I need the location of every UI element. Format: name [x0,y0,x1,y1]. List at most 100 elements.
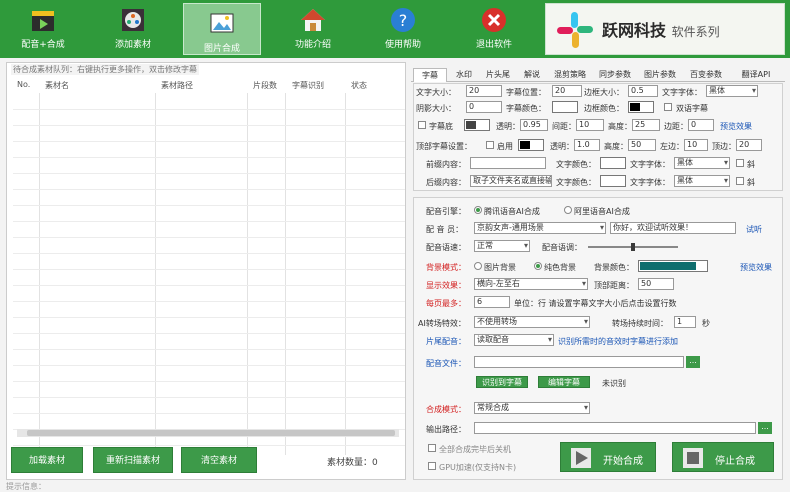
queue-horizontal-scrollbar[interactable] [17,429,399,437]
tab-variation-params[interactable]: 百变参数 [683,68,729,82]
bg-solid-radio[interactable] [534,262,542,270]
text-font-label: 文字字体： [630,160,670,169]
toolbar-exit-button[interactable]: 退出软件 [455,0,533,58]
recognize-subtitle-button[interactable]: 识别到字幕 [476,376,528,388]
subtitle-bg-color-picker[interactable] [464,119,490,131]
font-size-input[interactable]: 20 [466,85,502,97]
alpha-input[interactable]: 0.95 [520,119,548,131]
edit-subtitle-button[interactable]: 编辑字幕 [538,376,590,388]
bg-color-picker[interactable] [638,260,708,272]
top-margin-input[interactable]: 50 [638,278,674,290]
border-size-input[interactable]: 0.5 [628,85,658,97]
margin-input[interactable]: 0 [688,119,714,131]
subtitle-color-picker[interactable] [552,101,578,113]
engine-ali-radio[interactable] [564,206,572,214]
brand-name: 跃网科技 软件系列 [602,21,720,40]
audio-file-browse-button[interactable]: ... [686,356,700,368]
left-offset-input[interactable]: 10 [684,139,708,151]
tab-subtitle[interactable]: 字幕 [413,68,447,82]
output-path-browse-button[interactable]: ... [758,422,772,434]
scrollbar-thumb[interactable] [27,430,395,436]
lines-per-page-input[interactable]: 6 [474,296,510,308]
suffix-input[interactable]: 取子文件夹名或直接输入 [470,175,552,187]
load-material-button[interactable]: 加载素材 [11,447,83,473]
subtitle-position-input[interactable]: 20 [552,85,582,97]
border-color-label: 边框颜色： [584,104,624,113]
clapper-icon [32,11,54,31]
suffix-font-select[interactable]: 黑体 [674,175,730,187]
left-offset-label: 左边： [660,142,684,151]
pitch-slider-knob[interactable] [631,243,635,251]
toolbar-add-material-button[interactable]: 添加素材 [94,0,172,58]
text-font2-label: 文字字体： [630,178,670,187]
toolbar-image-compose-button[interactable]: 图片合成 [183,3,261,55]
height-input[interactable]: 25 [632,119,660,131]
font-family-select[interactable]: 黑体 [706,85,758,97]
bilingual-checkbox[interactable] [664,103,672,111]
top-subtitle-color-picker[interactable] [518,139,544,151]
compose-mode-select[interactable]: 常规合成 [474,402,590,414]
enable-top-subtitle-checkbox[interactable] [486,141,494,149]
tab-intro-outro[interactable]: 片头尾 [479,68,517,82]
try-listen-link[interactable]: 试听 [746,224,762,235]
color-swatch [602,159,612,167]
tab-narration[interactable]: 解说 [517,68,547,82]
test-text-input[interactable]: 你好，欢迎试听效果！ [610,222,736,234]
transition-select[interactable]: 不使用转场 [474,316,590,328]
top-offset-input[interactable]: 20 [736,139,762,151]
output-path-input[interactable] [474,422,756,434]
shadow-size-input[interactable]: 0 [466,101,502,113]
toolbar-dub-compose-button[interactable]: 配音+合成 [4,0,82,58]
gpu-label: GPU加速(仅支持N卡) [439,463,517,472]
spacing-input[interactable]: 10 [576,119,604,131]
outro-dub-select[interactable]: 读取配音 [474,334,554,346]
outro-dub-label: 片尾配音： [426,337,466,346]
tab-sync-params[interactable]: 同步参数 [593,68,637,82]
alpha2-input[interactable]: 1.0 [574,139,600,151]
prefix-color-picker[interactable] [600,157,626,169]
prefix-italic-checkbox[interactable] [736,159,744,167]
display-effect-select[interactable]: 横向-左至右 [474,278,588,290]
tab-translate-api[interactable]: 翻译API [729,68,783,82]
rescan-material-button[interactable]: 重新扫描素材 [93,447,173,473]
home-icon [301,9,325,31]
prefix-input[interactable] [470,157,546,169]
prefix-font-select[interactable]: 黑体 [674,157,730,169]
suffix-italic-checkbox[interactable] [736,177,744,185]
bg-preview-link[interactable]: 预览效果 [740,262,772,273]
output-path-label: 输出路径： [426,425,466,434]
height2-input[interactable]: 50 [628,139,656,151]
stop-compose-button[interactable]: 停止合成 [672,442,774,472]
speaker-select[interactable]: 京韵女声-通用场景 [474,222,606,234]
speed-select[interactable]: 正常 [474,240,530,252]
queue-table[interactable] [13,93,405,455]
shutdown-checkbox[interactable] [428,444,436,452]
toolbar-features-button[interactable]: 功能介绍 [274,0,352,58]
col-path[interactable]: 素材路径 [161,80,193,91]
toolbar-help-button[interactable]: ? 使用帮助 [364,0,442,58]
tab-remix-strategy[interactable]: 混剪策略 [547,68,593,82]
tab-watermark[interactable]: 水印 [449,68,479,82]
col-no[interactable]: No. [17,80,30,89]
engine-tencent-radio[interactable] [474,206,482,214]
grid-line [13,253,405,254]
col-name[interactable]: 素材名 [45,80,69,91]
border-color-picker[interactable] [628,101,654,113]
preview-effect-link[interactable]: 预览效果 [720,121,752,132]
col-status[interactable]: 状态 [351,80,367,91]
gpu-checkbox[interactable] [428,462,436,470]
tab-image-params[interactable]: 图片参数 [637,68,683,82]
transition-time-input[interactable]: 1 [674,316,696,328]
bg-image-radio[interactable] [474,262,482,270]
clear-material-button[interactable]: 清空素材 [181,447,257,473]
grid-line [13,189,405,190]
suffix-color-picker[interactable] [600,175,626,187]
start-compose-button[interactable]: 开始合成 [560,442,656,472]
audio-file-input[interactable] [474,356,684,368]
brand-suffix: 软件系列 [671,25,720,39]
pitch-slider[interactable] [588,243,678,251]
subtitle-position-label: 字幕位置： [506,88,546,97]
col-subtitle-recog[interactable]: 字幕识别 [292,80,324,91]
subtitle-bg-checkbox[interactable] [418,121,426,129]
col-segments[interactable]: 片段数 [253,80,277,91]
